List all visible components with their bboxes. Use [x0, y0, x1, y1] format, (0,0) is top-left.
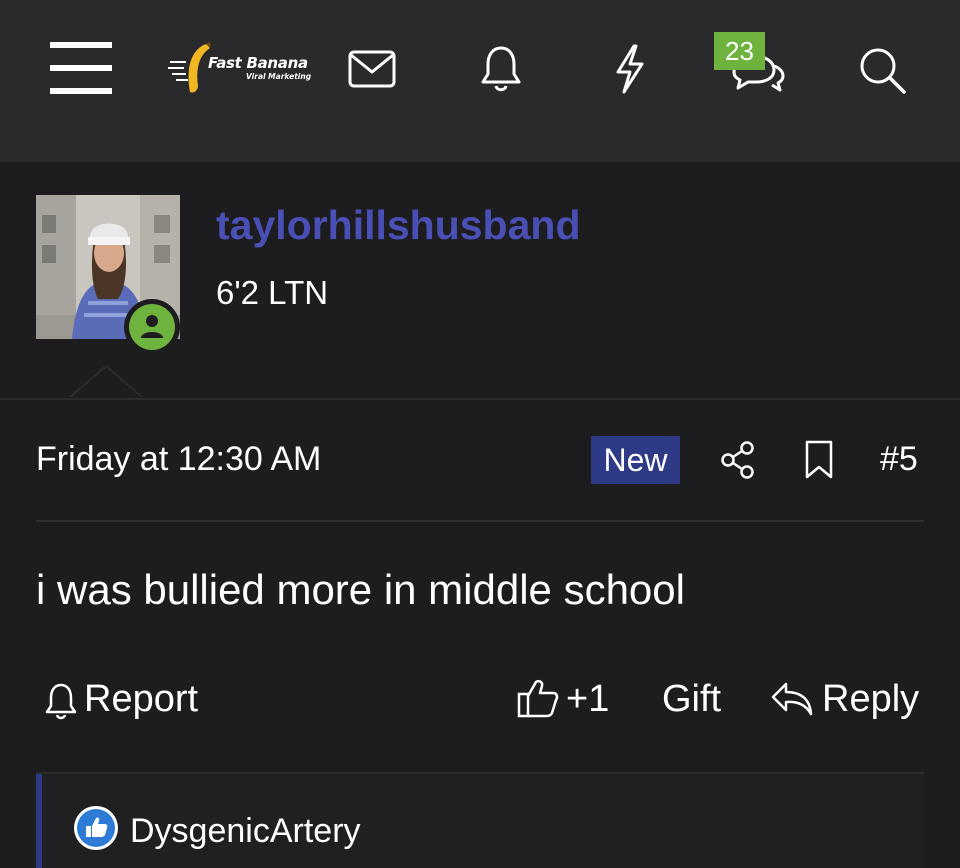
- menu-icon[interactable]: [48, 40, 114, 96]
- post-message: i was bullied more in middle school: [36, 566, 685, 613]
- report-bell-icon[interactable]: [44, 682, 78, 722]
- report-button[interactable]: Report: [84, 678, 198, 721]
- logo-subtitle: Viral Marketing: [246, 72, 312, 81]
- post-date[interactable]: Friday at 12:30 AM: [36, 440, 321, 479]
- fast-banana-logo[interactable]: Fast Banana Viral Marketing: [168, 40, 316, 98]
- reply-button[interactable]: Reply: [822, 678, 919, 721]
- user-title: 6'2 LTN: [216, 274, 329, 311]
- bookmark-icon[interactable]: [804, 440, 834, 480]
- reaction-user-link[interactable]: DysgenicArtery: [130, 812, 361, 851]
- like-button[interactable]: +1: [566, 678, 609, 721]
- bell-icon[interactable]: [480, 44, 522, 94]
- post-number-link[interactable]: #5: [880, 440, 918, 479]
- search-icon[interactable]: [858, 46, 908, 96]
- lightning-icon[interactable]: [612, 44, 646, 94]
- post-author-header: taylorhillshusband 6'2 LTN: [0, 162, 960, 398]
- profile-pointer: [68, 366, 144, 400]
- like-reaction-icon: [74, 806, 118, 850]
- username-link[interactable]: taylorhillshusband: [216, 202, 581, 249]
- reactions-bar[interactable]: DysgenicArtery: [36, 772, 924, 868]
- user-icon: [141, 315, 163, 338]
- reply-arrow-icon[interactable]: [770, 680, 814, 718]
- divider: [0, 398, 960, 400]
- thumbs-up-icon[interactable]: [516, 676, 560, 720]
- new-badge: New: [591, 436, 680, 484]
- gift-button[interactable]: Gift: [662, 678, 721, 721]
- online-status-indicator: [124, 299, 180, 355]
- mail-icon[interactable]: [348, 50, 396, 88]
- divider: [36, 520, 924, 522]
- conversations-badge: 23: [714, 32, 765, 70]
- top-navigation-bar: Fast Banana Viral Marketing 23: [0, 0, 960, 162]
- logo-title: Fast Banana: [208, 54, 308, 72]
- share-icon[interactable]: [720, 440, 756, 480]
- reactions-accent-bar: [36, 774, 42, 868]
